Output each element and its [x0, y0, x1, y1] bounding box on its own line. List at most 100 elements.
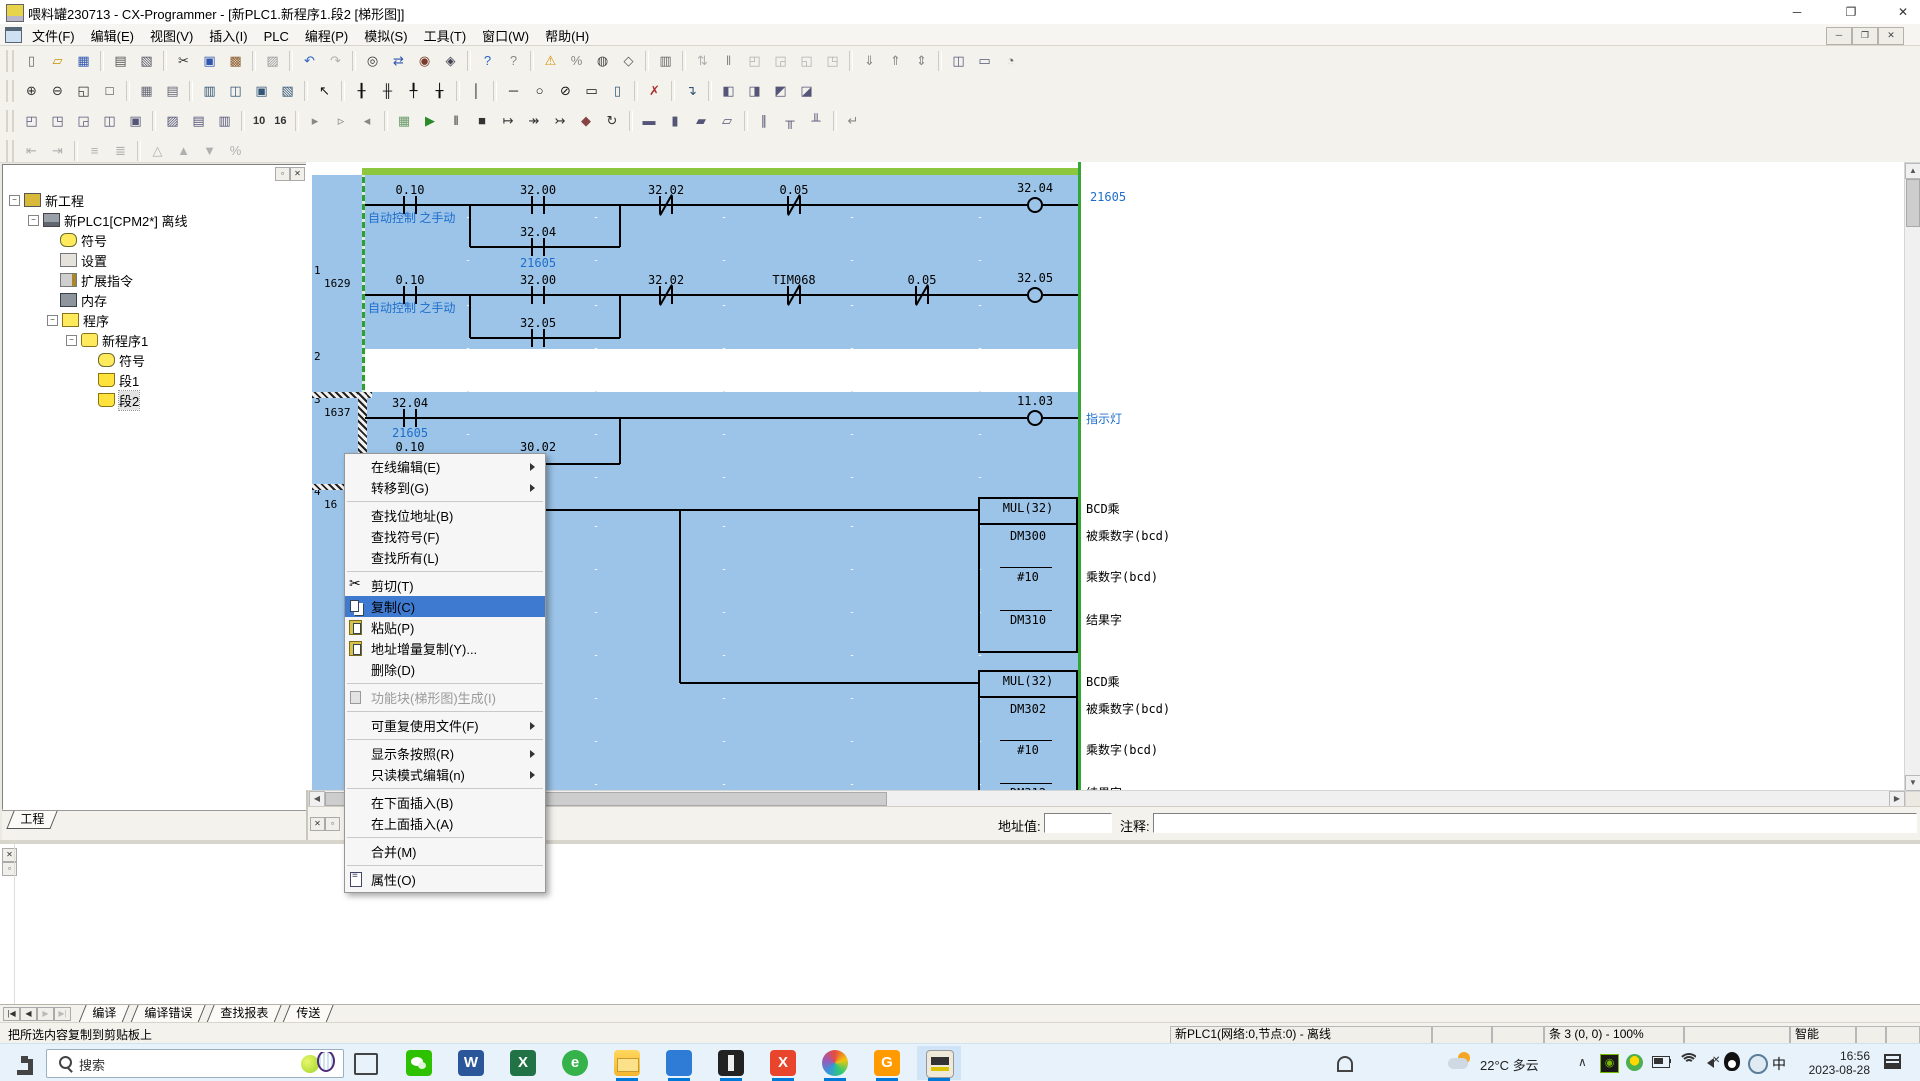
minimize-button[interactable]: ─ — [1782, 2, 1812, 22]
paste-attributes-icon[interactable]: ▨ — [260, 49, 285, 74]
contact-TIM068[interactable] — [787, 286, 801, 304]
windows-xref-icon[interactable]: ◫ — [97, 109, 122, 134]
open-file-icon[interactable]: ▱ — [45, 49, 70, 74]
back-icon[interactable]: ↵ — [841, 109, 866, 134]
context-menu-item-1[interactable]: 在线编辑(E) — [345, 456, 545, 477]
qq-icon[interactable] — [1724, 1052, 1740, 1071]
tab-查找报表[interactable]: 查找报表 — [206, 1005, 281, 1023]
force-cancel-icon[interactable]: ▼ — [197, 139, 222, 164]
program-mode-icon[interactable]: ◰ — [742, 49, 767, 74]
sidebar-item-符号-2[interactable]: 符号 — [47, 231, 107, 249]
taskbar-boot-tool-icon[interactable] — [718, 1050, 744, 1076]
notification-icon[interactable] — [1884, 1054, 1901, 1069]
replace-icon[interactable]: ⇄ — [386, 49, 411, 74]
zoom-out-icon[interactable]: ⊖ — [45, 79, 70, 104]
windows-monitor-icon[interactable]: ▨ — [160, 109, 185, 134]
zoom-fit-icon[interactable]: ◱ — [71, 79, 96, 104]
nvidia-icon[interactable]: ◉ — [1600, 1054, 1619, 1073]
expander-icon[interactable]: − — [28, 215, 39, 226]
comment-field[interactable] — [1153, 813, 1917, 833]
wifi-icon[interactable] — [1678, 1053, 1696, 1067]
workspace-close-button[interactable]: ✕ — [290, 167, 305, 181]
transfer-from-plc-icon[interactable]: ⇑ — [883, 49, 908, 74]
tab-编译错误[interactable]: 编译错误 — [130, 1005, 205, 1023]
copy-icon[interactable]: ▣ — [197, 49, 222, 74]
bar-pin-button[interactable]: ▫ — [325, 817, 340, 831]
find-all-icon[interactable]: ◈ — [438, 49, 463, 74]
context-menu-item-4[interactable]: 查找符号(F) — [345, 526, 545, 547]
taskbar-wechat-icon[interactable] — [406, 1050, 432, 1076]
zoom-in-icon[interactable]: ⊕ — [19, 79, 44, 104]
zoom-100-icon[interactable]: □ — [97, 79, 122, 104]
vertical-line-icon[interactable]: │ — [464, 79, 489, 104]
context-menu-item-2[interactable]: 转移到(G) — [345, 477, 545, 498]
windows-address-icon[interactable]: ▣ — [123, 109, 148, 134]
menu-2[interactable]: 编辑(E) — [83, 24, 142, 45]
edit-instruction-icon[interactable]: ▯ — [605, 79, 630, 104]
close-button[interactable]: ✕ — [1888, 2, 1918, 22]
redo-icon[interactable]: ↷ — [323, 49, 348, 74]
sim-scan-icon[interactable]: ↻ — [600, 109, 625, 134]
new-instruction-icon[interactable]: ▭ — [579, 79, 604, 104]
sidebar-item-符号-8[interactable]: 符号 — [85, 351, 145, 369]
compile-program-icon[interactable]: ▥ — [653, 49, 678, 74]
scroll-up-icon[interactable]: ▲ — [1905, 163, 1920, 179]
arrange-icons-icon[interactable]: ▱ — [715, 109, 740, 134]
sim-step-icon[interactable]: ↦ — [496, 109, 521, 134]
sidebar-item-内存-5[interactable]: 内存 — [47, 291, 107, 309]
taskbar-browser-360-icon[interactable] — [822, 1050, 848, 1076]
io-comment-view-icon[interactable]: ◪ — [794, 79, 819, 104]
expander-icon[interactable]: − — [66, 335, 77, 346]
show-grid-icon[interactable]: ▦ — [134, 79, 159, 104]
goto-rung-icon[interactable]: ↴ — [679, 79, 704, 104]
contact-0.05[interactable] — [787, 196, 801, 214]
menu-6[interactable]: 编程(P) — [297, 24, 356, 45]
context-help-icon[interactable]: ? — [501, 49, 526, 74]
save-icon[interactable]: ▦ — [71, 49, 96, 74]
new-or-contact-closed-icon[interactable]: ╁ — [427, 79, 452, 104]
tile-horizontally-icon[interactable]: ▬ — [637, 109, 662, 134]
new-file-icon[interactable]: ▯ — [19, 49, 44, 74]
sidebar-item-设置-3[interactable]: 设置 — [47, 251, 107, 269]
window-cascade-icon[interactable]: ▭ — [972, 49, 997, 74]
network-tool-icon[interactable] — [1748, 1054, 1768, 1074]
bar-close-button[interactable]: ✕ — [310, 817, 325, 831]
radix-hex-icon[interactable]: 16 — [270, 109, 290, 134]
program-view-icon[interactable]: ◧ — [716, 79, 741, 104]
context-menu-item-13[interactable]: 显示条按照(R) — [345, 743, 545, 764]
context-menu-item-16[interactable]: 在上面插入(A) — [345, 813, 545, 834]
safe-360-icon[interactable] — [1626, 1054, 1643, 1071]
contact-0.05[interactable] — [915, 286, 929, 304]
battery-icon[interactable] — [1652, 1056, 1670, 1068]
ime-indicator[interactable]: 中 — [1772, 1054, 1786, 1074]
symbols-view-icon[interactable]: ◩ — [768, 79, 793, 104]
volume-muted-icon[interactable]: ✕ — [1702, 1055, 1720, 1068]
tile-vertically-icon[interactable]: ▮ — [663, 109, 688, 134]
toolbar-handle[interactable] — [6, 80, 14, 102]
new-contact-icon[interactable]: ╂ — [349, 79, 374, 104]
search-input[interactable]: 搜索 — [46, 1049, 344, 1078]
sim-stop-icon[interactable]: ■ — [470, 109, 495, 134]
contact-32.04[interactable] — [403, 409, 417, 427]
force-reset-icon[interactable]: ▲ — [171, 139, 196, 164]
taskbar-pdf-reader-icon[interactable]: G — [874, 1050, 900, 1076]
tab-编译[interactable]: 编译 — [78, 1005, 129, 1023]
tab-scroll-next-icon[interactable]: ▶ — [37, 1007, 54, 1021]
cascade-windows-icon[interactable]: ▰ — [689, 109, 714, 134]
windows-project-icon[interactable]: ◰ — [19, 109, 44, 134]
context-menu-item-8[interactable]: 粘贴(P) — [345, 617, 545, 638]
vscroll-thumb[interactable] — [1906, 179, 1920, 227]
new-coil-closed-icon[interactable]: ⊘ — [553, 79, 578, 104]
force-set-icon[interactable]: △ — [145, 139, 170, 164]
help-topics-icon[interactable]: ? — [475, 49, 500, 74]
contact-32.02[interactable] — [659, 196, 673, 214]
symbols-table-icon[interactable]: ▥ — [197, 79, 222, 104]
monitor-mode-icon[interactable]: ◱ — [794, 49, 819, 74]
find-bit-address-icon[interactable]: ◉ — [412, 49, 437, 74]
context-menu-item-15[interactable]: 在下面插入(B) — [345, 792, 545, 813]
new-coil-icon[interactable]: ○ — [527, 79, 552, 104]
sidebar-item-新工程-0[interactable]: −新工程 — [9, 191, 84, 209]
taskbar-thunder-icon[interactable]: X — [770, 1050, 796, 1076]
indent-decrease-icon[interactable]: ⇤ — [19, 139, 44, 164]
menu-4[interactable]: 插入(I) — [201, 24, 255, 45]
